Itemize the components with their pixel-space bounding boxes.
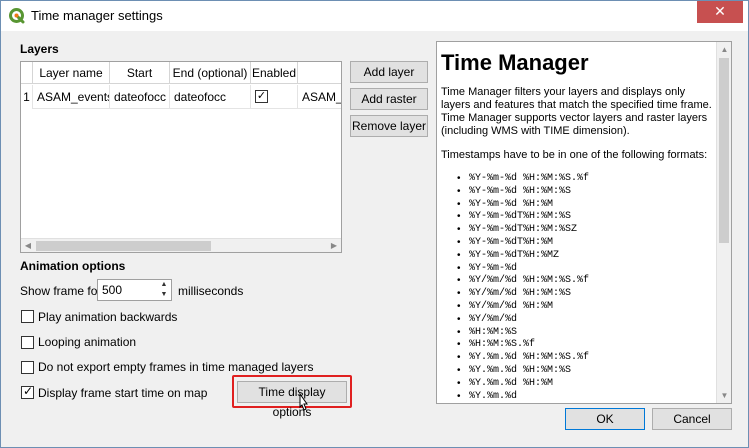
table-row[interactable]: 1 ASAM_events dateofocc dateofocc ✓ ASAM… xyxy=(21,85,341,109)
column-header-start[interactable]: Start xyxy=(110,62,170,84)
remove-layer-button[interactable]: Remove layer xyxy=(350,115,428,137)
help-title: Time Manager xyxy=(441,50,589,75)
scroll-up-icon[interactable]: ▲ xyxy=(717,42,731,57)
list-item: %Y-%m-%dT%H:%M:%SZ xyxy=(457,224,716,237)
no-export-empty-label[interactable]: Do not export empty frames in time manag… xyxy=(38,360,313,374)
list-item: %Y/%m/%d %H:%M:%S.%f xyxy=(457,275,716,288)
cell-enabled[interactable]: ✓ xyxy=(251,85,298,109)
title-bar: Time manager settings ✕ xyxy=(1,1,748,31)
milliseconds-label: milliseconds xyxy=(178,284,244,298)
settings-dialog: Time manager settings ✕ Layers Layer nam… xyxy=(0,0,749,448)
chevron-down-icon[interactable]: ▼ xyxy=(157,290,171,300)
corner-header xyxy=(21,62,33,84)
list-item: %Y/%m/%d xyxy=(457,314,716,327)
qgis-logo-icon xyxy=(9,8,25,24)
chevron-up-icon[interactable]: ▲ xyxy=(157,280,171,290)
list-item: %Y/%m/%d %H:%M:%S xyxy=(457,288,716,301)
scroll-down-icon[interactable]: ▼ xyxy=(717,388,731,403)
cell-start[interactable]: dateofocc xyxy=(110,85,170,109)
show-frame-label: Show frame for xyxy=(20,284,102,298)
scroll-right-icon[interactable]: ▶ xyxy=(327,239,341,252)
vertical-scrollbar[interactable]: ▲ ▼ xyxy=(716,42,731,403)
list-item: %Y.%m.%d xyxy=(457,391,716,403)
list-item: %Y-%m-%d %H:%M xyxy=(457,199,716,212)
help-paragraph-intro: Time Manager filters your layers and dis… xyxy=(441,86,712,137)
looping-checkbox[interactable] xyxy=(21,336,34,349)
scroll-left-icon[interactable]: ◀ xyxy=(21,239,35,252)
no-export-empty-checkbox[interactable] xyxy=(21,361,34,374)
help-content: Time Manager Time Manager filters your l… xyxy=(441,44,716,403)
column-header-end[interactable]: End (optional) xyxy=(170,62,251,84)
scroll-thumb[interactable] xyxy=(36,241,211,251)
scroll-thumb[interactable] xyxy=(719,58,729,243)
layers-heading: Layers xyxy=(20,42,59,56)
column-header-layer-name[interactable]: Layer name xyxy=(33,62,110,84)
list-item: %H:%M:%S.%f xyxy=(457,339,716,352)
checkmark-icon[interactable]: ✓ xyxy=(255,90,268,103)
list-item: %H:%M:%S xyxy=(457,327,716,340)
table-header: Layer name Start End (optional) Enabled xyxy=(21,62,341,84)
display-frame-start-checkbox[interactable] xyxy=(21,384,34,399)
help-paragraph-formats: Timestamps have to be in one of the foll… xyxy=(441,149,708,161)
play-backwards-label[interactable]: Play animation backwards xyxy=(38,310,177,324)
list-item: %Y.%m.%d %H:%M:%S.%f xyxy=(457,352,716,365)
layers-table[interactable]: Layer name Start End (optional) Enabled … xyxy=(20,61,342,253)
list-item: %Y-%m-%d xyxy=(457,263,716,276)
cell-extra[interactable]: ASAM_e xyxy=(298,85,341,109)
list-item: %Y.%m.%d %H:%M xyxy=(457,378,716,391)
list-item: %Y-%m-%d %H:%M:%S.%f xyxy=(457,173,716,186)
column-header-enabled[interactable]: Enabled xyxy=(251,62,298,84)
play-backwards-checkbox[interactable] xyxy=(21,310,34,323)
dialog-body: Layers Layer name Start End (optional) E… xyxy=(9,31,742,441)
help-panel[interactable]: Time Manager Time Manager filters your l… xyxy=(436,41,732,404)
frame-duration-value[interactable]: 500 xyxy=(102,280,122,300)
list-item: %Y-%m-%dT%H:%M xyxy=(457,237,716,250)
time-display-options-button[interactable]: Time display options xyxy=(237,381,347,419)
close-icon: ✕ xyxy=(714,3,726,19)
frame-duration-spinbox[interactable]: 500 ▲ ▼ xyxy=(97,279,172,301)
cell-end[interactable]: dateofocc xyxy=(170,85,251,109)
add-raster-button[interactable]: Add raster xyxy=(350,88,428,110)
close-button[interactable]: ✕ xyxy=(697,1,743,23)
list-item: %Y/%m/%d %H:%M xyxy=(457,301,716,314)
column-header-extra[interactable] xyxy=(298,62,341,84)
cell-layer-name[interactable]: ASAM_events xyxy=(33,85,110,109)
mouse-pointer-icon xyxy=(299,393,308,411)
list-item: %Y-%m-%dT%H:%M:%S xyxy=(457,211,716,224)
format-list: %Y-%m-%d %H:%M:%S.%f %Y-%m-%d %H:%M:%S %… xyxy=(457,173,716,403)
display-frame-start-label[interactable]: Display frame start time on map xyxy=(38,386,207,400)
horizontal-scrollbar[interactable]: ◀ ▶ xyxy=(21,238,341,252)
list-item: %Y-%m-%dT%H:%MZ xyxy=(457,250,716,263)
add-layer-button[interactable]: Add layer xyxy=(350,61,428,83)
cancel-button[interactable]: Cancel xyxy=(652,408,732,430)
animation-options-heading: Animation options xyxy=(20,259,126,273)
list-item: %Y.%m.%d %H:%M:%S xyxy=(457,365,716,378)
row-number[interactable]: 1 xyxy=(21,85,33,109)
ok-button[interactable]: OK xyxy=(565,408,645,430)
window-title: Time manager settings xyxy=(31,8,163,23)
looping-label[interactable]: Looping animation xyxy=(38,335,136,349)
list-item: %Y-%m-%d %H:%M:%S xyxy=(457,186,716,199)
